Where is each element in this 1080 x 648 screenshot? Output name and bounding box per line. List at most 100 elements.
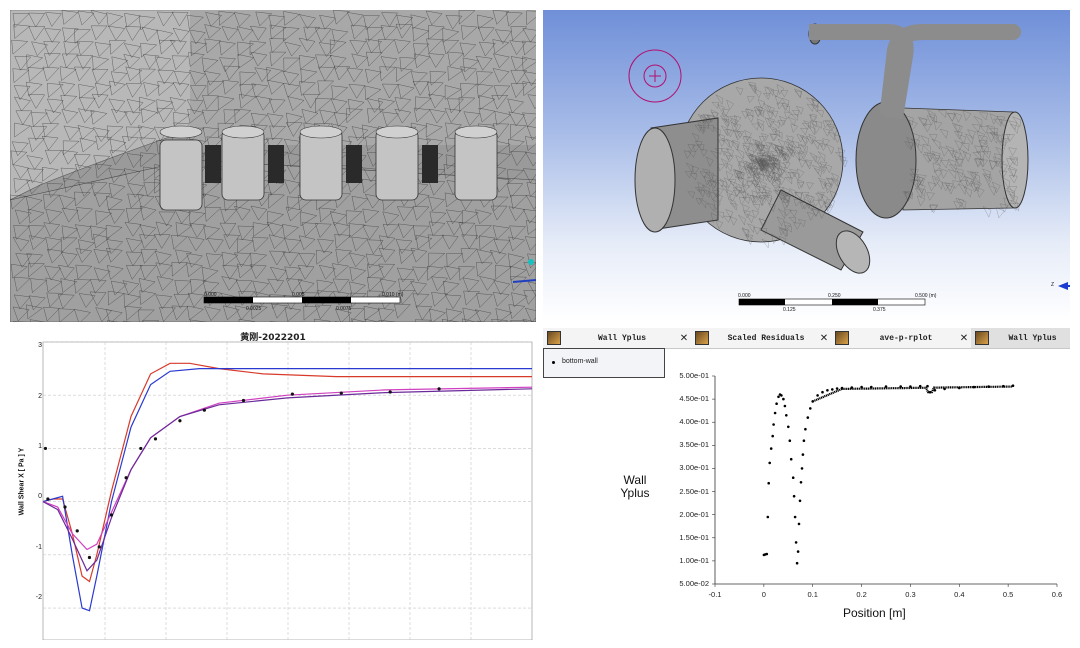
yplus-plot-area: [712, 375, 1058, 587]
y-tick: 0: [38, 493, 42, 500]
yplus-point: [801, 453, 805, 456]
data-point: [97, 545, 101, 549]
scale-label-0: 0.000: [204, 292, 217, 298]
data-point: [63, 505, 67, 509]
yplus-point: [792, 494, 796, 498]
yplus-point: [769, 447, 773, 450]
yplus-point: [816, 394, 819, 397]
data-point: [339, 391, 343, 395]
mesh-pillar-top: [159, 125, 203, 139]
pipe-scale-label-1: 0.250: [828, 293, 841, 299]
pipe-outlet-end: [1001, 111, 1029, 209]
yplus-point: [821, 390, 824, 394]
data-point: [153, 437, 158, 441]
data-point: [202, 408, 206, 412]
yplus-point: [802, 439, 806, 442]
scale-seg: [302, 297, 351, 303]
chart-title: 黄刚-2022201: [240, 333, 306, 343]
yplus-point: [765, 552, 769, 556]
pipe-scale-label-4: 0.375: [873, 307, 886, 313]
pipe-scale-label-0: 0.000: [738, 293, 751, 299]
data-point: [178, 419, 182, 423]
yplus-point: [826, 389, 829, 392]
y-tick: 2: [38, 393, 42, 400]
yplus-point: [783, 404, 787, 408]
mesh-pillar: [299, 129, 343, 201]
scale-label-2: 0.010 (m): [382, 292, 404, 298]
yplus-dense-line: [812, 385, 1013, 403]
yplus-point: [768, 461, 771, 465]
yplus-point: [789, 457, 793, 461]
data-point: [87, 555, 92, 560]
mesh-pillar: [375, 129, 419, 201]
data-point: [437, 387, 441, 391]
yplus-point: [771, 434, 774, 438]
yplus-point: [797, 522, 801, 526]
mesh-gap: [422, 145, 438, 183]
wall-shear-chart[interactable]: 黄刚-2022201 Wall Shear X [ Pa ] Y 3 2 1 0…: [10, 328, 536, 640]
mesh-pillar-top: [454, 125, 498, 139]
yplus-point: [831, 388, 834, 391]
data-point: [46, 497, 50, 501]
pipe-scale-label-2: 0.500 (m): [915, 293, 937, 299]
scale-label-4: 0.0075: [336, 306, 352, 312]
data-point: [290, 392, 294, 396]
yplus-point: [835, 387, 839, 390]
mesh-pillar-top: [375, 125, 419, 139]
y-tick: -1: [35, 544, 42, 551]
yplus-point: [787, 425, 790, 429]
data-point: [43, 446, 48, 451]
yplus-point: [780, 394, 783, 397]
yplus-point: [773, 411, 777, 415]
y-tick: -2: [35, 594, 42, 601]
mesh-viewport[interactable]: 0.000 0.005 0.010 (m) 0.0025 0.0075: [10, 10, 536, 322]
yplus-point: [766, 515, 770, 519]
yplus-point: [804, 427, 807, 431]
mesh-gap: [268, 145, 284, 183]
yplus-point: [806, 416, 810, 419]
data-point: [139, 446, 143, 451]
yplus-point: [775, 402, 778, 405]
yplus-point: [777, 395, 780, 399]
yplus-point: [799, 481, 803, 484]
yplus-point: [793, 515, 797, 519]
yplus-point: [767, 481, 770, 485]
mesh-pillar-top: [299, 125, 343, 139]
yplus-point: [791, 476, 795, 479]
y-tick: 3: [38, 342, 42, 349]
geometry-render: [628, 23, 1070, 306]
yplus-point: [772, 423, 775, 426]
data-point: [388, 390, 392, 394]
yplus-point: [800, 467, 804, 470]
data-point: [124, 476, 128, 480]
axis-z-label: Z: [1051, 282, 1055, 288]
mesh-gap: [346, 145, 362, 183]
pipe-collar: [855, 101, 917, 219]
mesh-render: [10, 10, 536, 322]
geometry-viewport[interactable]: 0.000 0.250 0.500 (m) 0.125 0.375 Z: [543, 10, 1070, 322]
yplus-panel[interactable]: Wall Yplus ✕ Scaled Residuals ✕ ave-p-rp…: [543, 328, 1070, 640]
pipe-scale-label-3: 0.125: [783, 307, 796, 313]
mesh-pillar: [159, 139, 203, 211]
yplus-point: [788, 439, 792, 442]
data-point: [109, 513, 114, 517]
mesh-pillar: [221, 129, 265, 201]
data-point: [241, 398, 246, 403]
yplus-point: [798, 499, 802, 503]
data-point: [75, 529, 79, 533]
shear-plot-area: [42, 341, 533, 640]
scale-label-1: 0.005: [292, 292, 305, 298]
triad-dot: [528, 259, 534, 265]
yplus-point: [785, 414, 788, 417]
scale-seg: [739, 299, 785, 305]
scale-seg: [832, 299, 878, 305]
yplus-point: [796, 550, 800, 553]
pipe-inlet-end: [634, 127, 676, 233]
y-axis-label: Wall Shear X [ Pa ] Y: [18, 447, 26, 516]
yplus-point: [795, 561, 799, 565]
yplus-point: [782, 397, 785, 401]
mesh-pillar-top: [221, 125, 265, 139]
mesh-gap: [205, 145, 221, 183]
yplus-point: [809, 407, 812, 410]
plot-frame: [42, 341, 533, 640]
